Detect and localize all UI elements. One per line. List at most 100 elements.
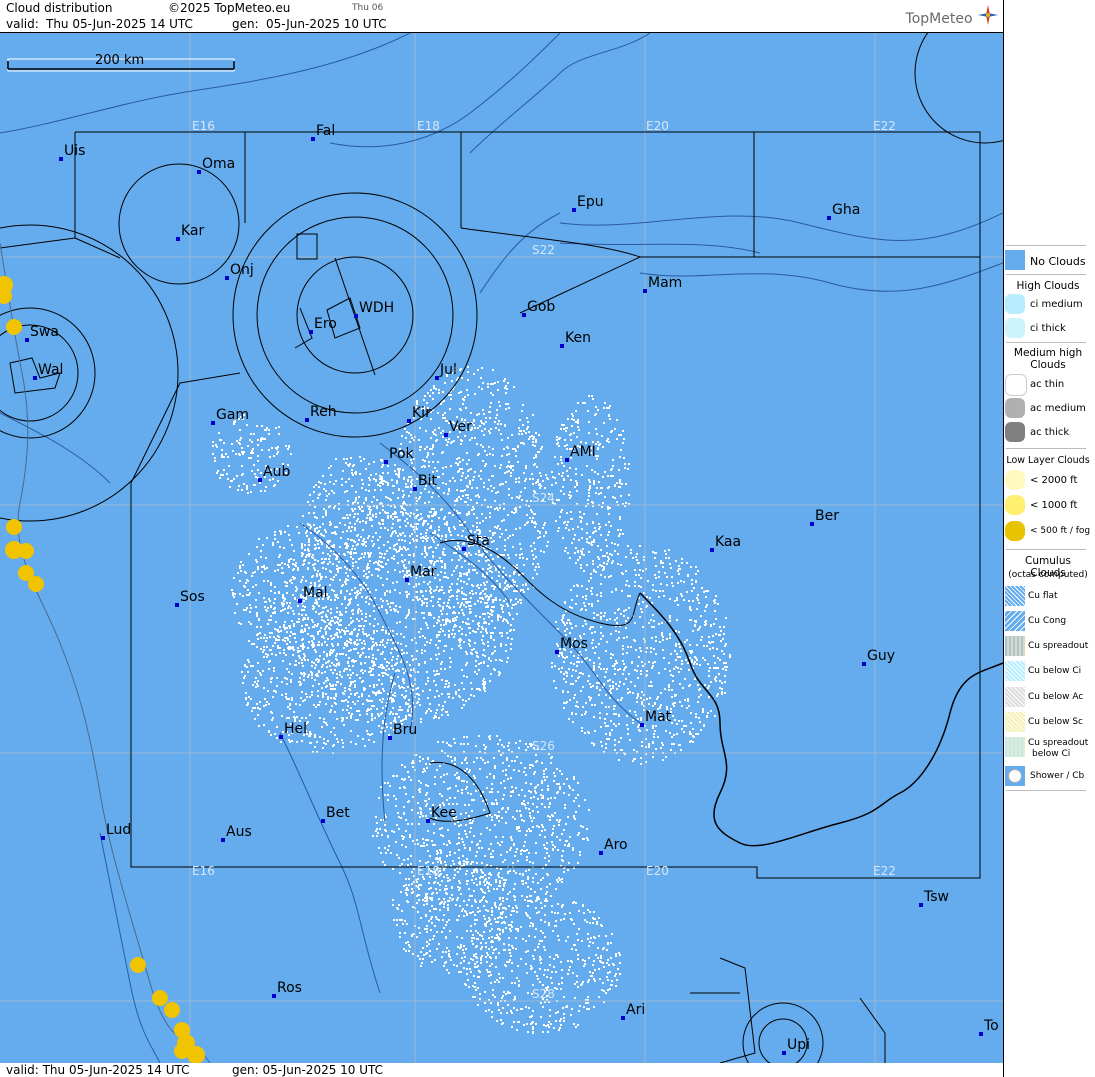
cu-below-ci-label: Cu below Ci [1028,666,1082,676]
legend-shower: Shower / Cb [1004,766,1092,788]
ci-medium-label: ci medium [1030,299,1083,310]
city-dot [311,137,315,141]
ac-thin-swatch [1005,374,1027,396]
scale-bar: 200 km [7,53,235,72]
city-dot [258,478,262,482]
medium-clouds-heading: Medium high Clouds [1013,347,1083,371]
map-canvas: 200 km E16 E18 E20 E22 E16 E18 E20 E22 S… [0,33,1003,1063]
city-label: Gha [832,202,860,218]
city-dot [279,735,283,739]
city-label: Bru [393,722,417,738]
city-dot [435,376,439,380]
city-label: Aub [263,464,290,480]
city-label: Ken [565,330,591,346]
city-dot [305,418,309,422]
legend-cu-spreadout-below-ci: Cu spreadout below Ci [1004,737,1092,763]
city-label: Fal [316,123,335,139]
cloud-map[interactable]: 200 km E16 E18 E20 E22 E16 E18 E20 E22 S… [0,33,1003,1063]
city-dot [33,376,37,380]
low-1000-swatch [1005,495,1025,515]
no-clouds-label: No Clouds [1030,255,1086,268]
city-dot [862,662,866,666]
city-dot [426,819,430,823]
city-label: Aro [604,837,628,853]
city-dot [176,237,180,241]
city-dot [321,819,325,823]
lat-label: S24 [532,491,555,505]
city-dot [225,276,229,280]
legend-panel: No Clouds High Clouds ci medium ci thick… [1003,0,1095,1077]
city-dot [309,330,313,334]
city-label: Hel [284,721,307,737]
cu-cong-label: Cu Cong [1028,616,1067,626]
legend-low-2000: < 2000 ft [1004,470,1092,492]
lon-label-top: E16 [192,119,215,133]
legend-ac-thick: ac thick [1004,422,1092,444]
city-label: Kaa [715,534,741,550]
city-label: Mam [648,275,682,291]
city-label: Mos [560,636,588,652]
low-2000-swatch [1005,470,1025,490]
city-dot [197,170,201,174]
legend-ci-medium: ci medium [1004,294,1092,316]
cu-flat-label: Cu flat [1028,591,1058,601]
city-label: Ver [449,419,472,435]
city-label: Kir [412,405,431,421]
city-label: Lud [106,822,131,838]
city-dot [710,548,714,552]
cu-cong-swatch [1005,611,1025,631]
no-clouds-swatch [1005,250,1025,270]
city-dot [621,1016,625,1020]
legend-cu-cong: Cu Cong [1004,611,1092,633]
city-dot [565,458,569,462]
city-dot [522,313,526,317]
footer-gen: gen: 05-Jun-2025 10 UTC [232,1063,384,1077]
cu-below-sc-swatch [1005,712,1025,732]
national-border [639,592,1003,847]
city-label: Pok [389,446,415,462]
cumulus-subheading: (octas computed) [1008,570,1088,580]
cu-spreadout-below-ci-label: Cu spreadout [1028,738,1089,748]
city-label: Gam [216,407,249,423]
city-label: Gob [527,299,555,315]
city-dot [413,487,417,491]
city-label: Kee [431,805,457,821]
lon-label-top: E20 [646,119,669,133]
city-dot [643,289,647,293]
city-dot [572,208,576,212]
city-dot [354,314,358,318]
city-label: Sta [467,533,490,549]
city-dot [221,838,225,842]
ci-thick-swatch [1005,318,1025,338]
lon-label-bottom: E16 [192,864,215,878]
legend-cu-below-ac: Cu below Ac [1004,687,1092,709]
city-dot [827,216,831,220]
city-dot [560,344,564,348]
city-dot [25,338,29,342]
ac-thick-label: ac thick [1030,427,1070,438]
city-label: Ero [314,316,337,332]
city-label: Epu [577,194,604,210]
city-label: Aus [226,824,252,840]
gen-label: gen: [232,17,259,31]
city-label: Tsw [923,889,949,905]
lon-label-top: E18 [417,119,440,133]
cu-below-ac-label: Cu below Ac [1028,692,1084,702]
legend-ac-medium: ac medium [1004,398,1092,420]
airport-ctr-circles [0,33,1003,1063]
city-dot [810,522,814,526]
city-dot [555,650,559,654]
lat-label: S26 [532,739,555,753]
footer-bar: valid: Thu 05-Jun-2025 14 UTC gen: 05-Ju… [0,1063,1003,1077]
cu-spreadout-below-ci-label-2: below Ci [1032,749,1071,759]
city-label: Oma [202,156,235,172]
city-label: Sos [180,589,205,605]
legend-cu-spreadout: Cu spreadout [1004,636,1092,658]
city-dot [59,157,63,161]
low-2000-label: < 2000 ft [1030,475,1078,486]
cu-spreadout-below-ci-swatch [1005,737,1025,757]
city-dot [384,460,388,464]
footer-valid: valid: Thu 05-Jun-2025 14 UTC [6,1063,190,1077]
cu-spreadout-label: Cu spreadout [1028,641,1089,651]
lon-label-bottom: E20 [646,864,669,878]
